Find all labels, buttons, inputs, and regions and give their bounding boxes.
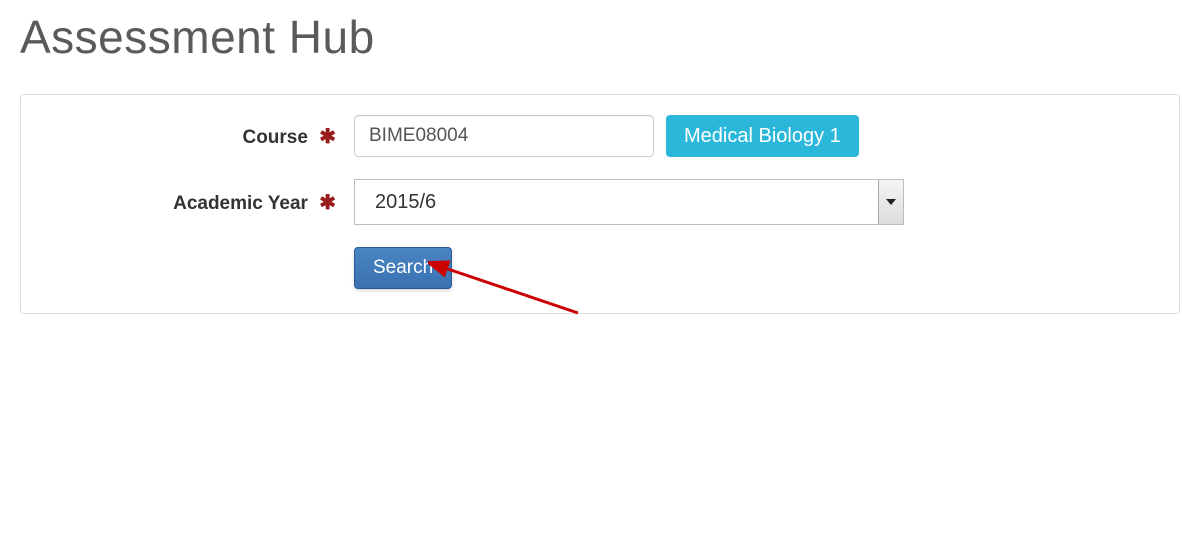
academic-year-row: Academic Year ✱ 2015/6 xyxy=(41,179,1159,225)
academic-year-value: 2015/6 xyxy=(355,180,903,224)
search-panel: Course ✱ Medical Biology 1 Academic Year… xyxy=(20,94,1180,314)
required-icon: ✱ xyxy=(319,126,336,148)
required-icon: ✱ xyxy=(319,192,336,214)
course-label-text: Course xyxy=(242,127,307,148)
course-input[interactable] xyxy=(354,115,654,157)
page-title: Assessment Hub xyxy=(20,10,1180,64)
chevron-down-icon xyxy=(878,180,903,224)
course-name-badge: Medical Biology 1 xyxy=(666,115,859,157)
annotation-arrow-icon xyxy=(428,253,598,333)
academic-year-select[interactable]: 2015/6 xyxy=(354,179,904,225)
course-label: Course ✱ xyxy=(41,124,354,149)
course-row: Course ✱ Medical Biology 1 xyxy=(41,115,1159,157)
academic-year-label: Academic Year ✱ xyxy=(41,190,354,215)
actions-row: Search xyxy=(41,247,1159,289)
search-button[interactable]: Search xyxy=(354,247,452,289)
academic-year-label-text: Academic Year xyxy=(173,193,308,214)
